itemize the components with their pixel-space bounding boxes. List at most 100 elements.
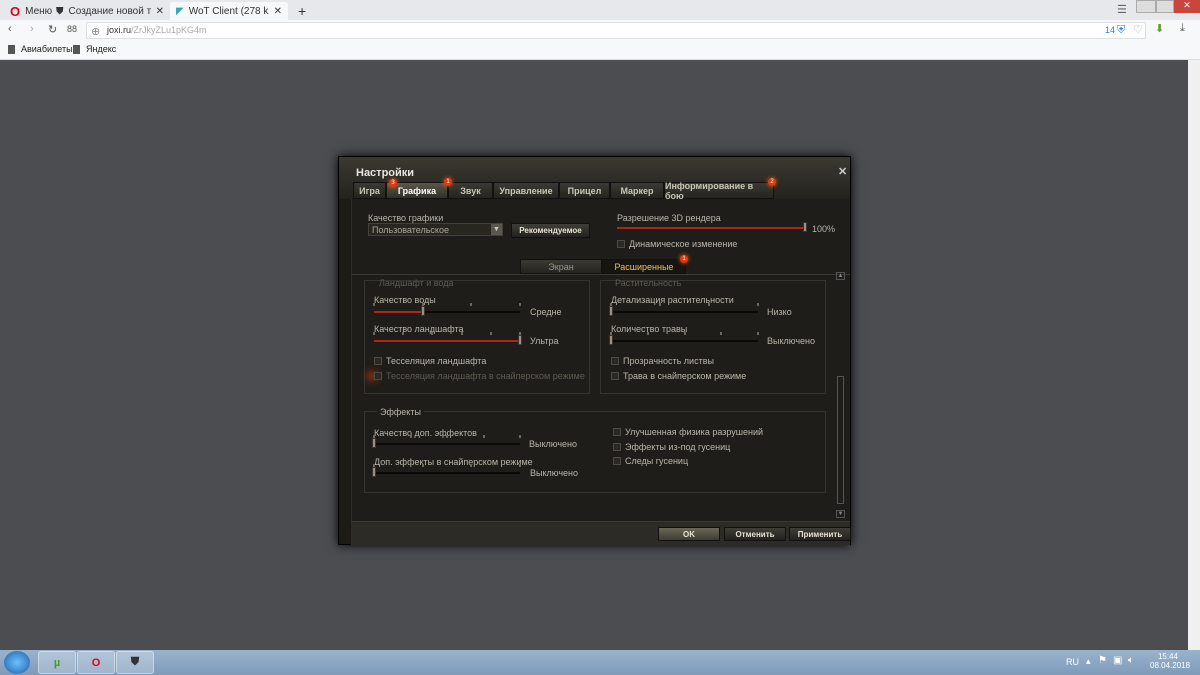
slider-tick: [460, 332, 463, 335]
close-icon[interactable]: ✕: [838, 165, 847, 178]
browser-tab-active[interactable]: ◤WoT Client (278 kb) закач✕: [170, 2, 288, 20]
effects-quality-value: Выключено: [529, 439, 577, 449]
slider-tick: [757, 332, 759, 335]
content-scrollbar[interactable]: ▲ ▼: [836, 272, 845, 518]
slider-thumb[interactable]: [518, 335, 522, 345]
browser-tab[interactable]: ⛊Создание новой темы - С✕: [50, 2, 170, 20]
subtab-screen[interactable]: Экран: [520, 259, 602, 274]
terrain-quality-value: Ультра: [530, 336, 559, 346]
wot-taskbar-icon[interactable]: ⛊: [116, 651, 154, 674]
slider-tick: [431, 332, 434, 335]
utorrent-taskbar-icon[interactable]: µ: [38, 651, 76, 674]
maximize-button[interactable]: [1156, 0, 1174, 13]
close-icon[interactable]: ✕: [274, 6, 282, 17]
dialog-title: Настройки: [356, 167, 415, 179]
tab-sight[interactable]: Прицел: [559, 182, 610, 199]
tessellation-sniper-checkbox[interactable]: Тесселяция ландшафта в снайперском режим…: [374, 371, 585, 381]
network-icon[interactable]: ▣: [1113, 655, 1122, 666]
new-tab-button[interactable]: +: [292, 2, 312, 20]
minimize-button[interactable]: [1136, 0, 1156, 13]
subtab-advanced[interactable]: Расширенные: [602, 259, 686, 274]
start-button[interactable]: [4, 651, 30, 674]
tab-marker[interactable]: Маркер: [610, 182, 664, 199]
tessellation-checkbox[interactable]: Тесселяция ландшафта: [374, 356, 486, 366]
effects-quality-slider[interactable]: [372, 435, 521, 448]
tab-sound[interactable]: Звук: [448, 182, 493, 199]
language-indicator[interactable]: RU: [1066, 657, 1079, 667]
dynamic-resolution-checkbox[interactable]: Динамическое изменение: [617, 239, 737, 249]
sniper-effects-slider[interactable]: [372, 464, 521, 477]
tab-battle-info[interactable]: Информирование в бою: [664, 181, 774, 201]
forward-icon[interactable]: ›: [30, 23, 34, 35]
grass-amount-label: Количество травы: [611, 324, 688, 334]
bookmark-item[interactable]: Яндекс: [73, 44, 116, 54]
render-resolution-slider[interactable]: [617, 222, 807, 232]
slider-thumb[interactable]: [609, 306, 613, 316]
slider-thumb[interactable]: [372, 467, 376, 477]
clock[interactable]: 15:44 08.04.2018: [1150, 652, 1190, 670]
destruction-physics-checkbox[interactable]: Улучшенная физика разрушений: [613, 427, 763, 437]
foliage-transparency-checkbox[interactable]: Прозрачность листвы: [611, 356, 714, 366]
apply-button[interactable]: Применить: [789, 527, 851, 541]
document-icon: [8, 44, 15, 54]
back-icon[interactable]: ‹: [8, 23, 12, 35]
slider-fill: [374, 340, 520, 342]
chevron-down-icon[interactable]: ▼: [491, 224, 502, 235]
scroll-down-icon[interactable]: ▼: [836, 510, 845, 518]
ok-button[interactable]: OK: [658, 527, 720, 541]
close-icon[interactable]: ✕: [156, 6, 164, 17]
vegetation-detail-label: Детализация растительности: [611, 295, 734, 305]
track-effects-checkbox[interactable]: Эффекты из-под гусениц: [613, 442, 730, 452]
slider-tick: [446, 435, 448, 438]
effects-quality-label: Качество доп. эффектов: [374, 428, 477, 438]
close-window-button[interactable]: ✕: [1174, 0, 1200, 13]
slider-fill: [617, 227, 805, 229]
quality-select[interactable]: Пользовательское ▼: [368, 223, 503, 236]
slider-thumb[interactable]: [803, 222, 807, 232]
adblock-icon[interactable]: ⛨: [1117, 24, 1125, 37]
adblock-count[interactable]: 14: [1105, 25, 1115, 35]
tab-menu-icon[interactable]: ☰: [1117, 3, 1127, 16]
sniper-effects-label: Доп. эффекты в снайперском режиме: [374, 457, 533, 467]
slider-thumb[interactable]: [609, 335, 613, 345]
volume-icon[interactable]: 🔈︎: [1128, 655, 1134, 666]
slider-track: [374, 472, 520, 474]
water-quality-slider[interactable]: [373, 303, 521, 316]
scroll-up-icon[interactable]: ▲: [836, 272, 845, 280]
scroll-thumb[interactable]: [837, 376, 844, 504]
address-bar[interactable]: ⊕ joxi.ru/ZrJkyZLu1pKG4m 14 ⛨ ♡: [86, 22, 1146, 39]
settings-dialog: Настройки ✕ Игра Графика Звук Управление…: [338, 156, 851, 545]
slider-tick: [707, 303, 710, 306]
slider-fill: [374, 311, 423, 313]
downloads-icon[interactable]: ⤓: [1180, 22, 1185, 35]
tray-chevron-icon[interactable]: ▴: [1086, 656, 1091, 667]
opera-taskbar-icon[interactable]: O: [77, 651, 115, 674]
slider-tick: [373, 303, 375, 306]
group-title: Эффекты: [377, 407, 424, 417]
divider: [351, 274, 850, 275]
bookmark-item[interactable]: Авиабилеты: [8, 44, 73, 54]
slider-tick: [409, 435, 412, 438]
flag-icon[interactable]: ⚑: [1098, 655, 1107, 666]
reload-icon[interactable]: ↻: [48, 23, 57, 36]
slider-tick: [470, 464, 473, 467]
page-scrollbar[interactable]: [1188, 60, 1200, 650]
heart-icon[interactable]: ♡: [1133, 23, 1143, 36]
globe-icon: ⊕: [91, 26, 101, 38]
download-arrow-icon[interactable]: ⬇: [1155, 22, 1164, 35]
notification-badge: 2: [768, 178, 776, 186]
speed-dial-icon[interactable]: 88: [67, 24, 77, 34]
tab-game[interactable]: Игра: [353, 182, 386, 199]
grass-amount-slider[interactable]: [609, 332, 759, 345]
terrain-quality-slider[interactable]: [373, 332, 522, 345]
grass-sniper-checkbox[interactable]: Трава в снайперском режиме: [611, 371, 746, 381]
vegetation-detail-slider[interactable]: [609, 303, 759, 316]
water-quality-label: Качество воды: [374, 295, 436, 305]
recommended-button[interactable]: Рекомендуемое: [511, 223, 590, 238]
slider-tick: [519, 435, 521, 438]
track-marks-checkbox[interactable]: Следы гусениц: [613, 456, 688, 466]
cancel-button[interactable]: Отменить: [724, 527, 786, 541]
slider-thumb[interactable]: [372, 438, 376, 448]
tab-controls[interactable]: Управление: [493, 182, 559, 199]
slider-thumb[interactable]: [420, 306, 425, 316]
